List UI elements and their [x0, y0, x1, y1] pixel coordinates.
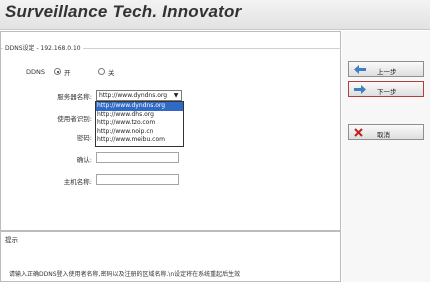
- server-option[interactable]: http://www.dhs.org: [96, 111, 183, 120]
- cancel-button-label: 取消: [377, 131, 390, 139]
- section-legend: DDNS设定 - 192.168.0.10: [3, 43, 83, 52]
- ddns-label: DDNS: [26, 68, 45, 76]
- server-option[interactable]: http://www.meibu.com: [96, 136, 183, 145]
- header-bar: Surveillance Tech. Innovator: [0, 0, 430, 30]
- hint-panel: 提示 请输入正确DDNS登入使用者名称,密码以及注册的区域名称.\n设定将在系统…: [0, 231, 341, 282]
- password-label: 密码:: [76, 134, 92, 142]
- hostname-field[interactable]: [96, 174, 179, 185]
- server-dropdown-list[interactable]: http://www.dyndns.org http://www.dhs.org…: [95, 101, 184, 147]
- confirm-password-field[interactable]: [96, 152, 179, 163]
- close-icon: [354, 128, 363, 139]
- cancel-button[interactable]: 取消: [348, 124, 424, 140]
- prev-button-label: 上一步: [377, 68, 397, 76]
- user-id-label: 使用者识别:: [57, 115, 92, 123]
- hint-text: 请输入正确DDNS登入使用者名称,密码以及注册的区域名称.\n设定将在系统重起后…: [9, 271, 241, 278]
- arrow-left-icon: [354, 65, 366, 76]
- next-button-label: 下一步: [377, 88, 397, 96]
- next-button[interactable]: 下一步: [348, 81, 424, 97]
- server-name-label: 服务器名称:: [57, 93, 92, 101]
- dropdown-arrow-icon[interactable]: ▼: [171, 91, 181, 100]
- confirm-label: 确认:: [76, 156, 92, 164]
- hostname-label: 主机名称:: [63, 178, 92, 186]
- server-name-value: http://www.dyndns.org: [99, 92, 168, 99]
- ddns-off-label: 关: [108, 69, 115, 77]
- ddns-off-radio[interactable]: [98, 68, 105, 75]
- server-option[interactable]: http://www.tzo.com: [96, 119, 183, 128]
- brand-title: Surveillance Tech. Innovator: [5, 2, 242, 21]
- side-button-panel: 上一步 下一步 取消: [342, 31, 430, 282]
- ddns-on-radio[interactable]: [54, 68, 61, 75]
- server-name-select[interactable]: http://www.dyndns.org ▼: [96, 90, 182, 101]
- arrow-right-icon: [354, 85, 366, 96]
- server-option[interactable]: http://www.noip.cn: [96, 128, 183, 137]
- server-option[interactable]: http://www.dyndns.org: [96, 102, 183, 111]
- ddns-on-label: 开: [64, 69, 71, 77]
- hint-title: 提示: [5, 236, 18, 244]
- prev-button[interactable]: 上一步: [348, 61, 424, 77]
